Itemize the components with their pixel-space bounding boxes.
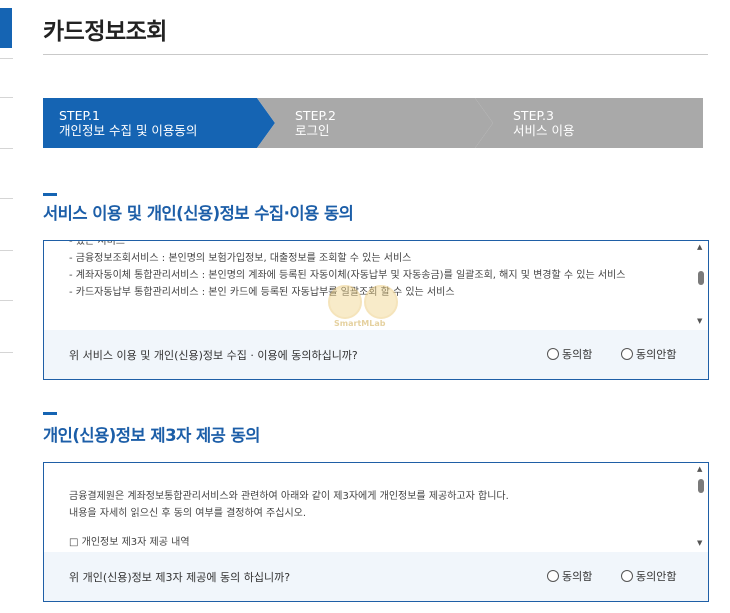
service-consent-question-row: 위 서비스 이용 및 개인(신용)정보 수집 · 이용에 동의하십니까? 동의함… [44, 330, 708, 379]
scrollbar[interactable]: ▲ ▼ [694, 463, 708, 551]
watermark-circle-icon [328, 285, 362, 319]
watermark-text: SmartMLab [334, 319, 386, 328]
left-nav-rail [0, 0, 13, 613]
third-party-agree-radio[interactable]: 동의함 [547, 568, 592, 584]
step-2: STEP.2 로그인 [257, 98, 493, 148]
step-2-number: STEP.2 [295, 108, 336, 123]
left-nav-divider [0, 250, 13, 251]
scrollbar-thumb[interactable] [698, 271, 704, 285]
section-marker [43, 193, 57, 196]
third-party-paragraph-1: 금융결제원은 계좌정보통합관리서비스와 관련하여 아래와 같이 제3자에게 개인… [69, 491, 509, 502]
radio-circle-icon[interactable] [547, 348, 559, 360]
left-nav-divider [0, 97, 13, 98]
scroll-up-icon[interactable]: ▲ [697, 243, 702, 251]
third-party-disagree-label[interactable]: 동의안함 [636, 568, 676, 584]
third-party-paragraph-2: 내용을 자세히 읽으신 후 동의 여부를 결정하여 주십시오. [69, 508, 307, 519]
scroll-up-icon[interactable]: ▲ [697, 465, 702, 473]
section-title-service-consent: 서비스 이용 및 개인(신용)정보 수집·이용 동의 [43, 204, 354, 223]
left-nav-divider [0, 300, 13, 301]
terms-list-item: - 있는 서비스 [69, 241, 125, 247]
left-nav-active-indicator [0, 8, 12, 48]
service-agree-label[interactable]: 동의함 [562, 346, 592, 362]
watermark-logo: SmartMLab [320, 283, 406, 333]
third-party-terms-scroll-area[interactable]: 금융결제원은 계좌정보통합관리서비스와 관련하여 아래와 같이 제3자에게 개인… [44, 463, 694, 551]
third-party-consent-question-row: 위 개인(신용)정보 제3자 제공에 동의 하십니까? 동의함 동의안함 [44, 552, 708, 601]
step-3: STEP.3 서비스 이용 [475, 98, 703, 148]
section-title-third-party-consent: 개인(신용)정보 제3자 제공 동의 [43, 426, 260, 445]
third-party-consent-box: 금융결제원은 계좌정보통합관리서비스와 관련하여 아래와 같이 제3자에게 개인… [43, 462, 709, 602]
service-agree-radio[interactable]: 동의함 [547, 346, 592, 362]
service-disagree-radio[interactable]: 동의안함 [621, 346, 676, 362]
radio-circle-icon[interactable] [621, 570, 633, 582]
scroll-down-icon[interactable]: ▼ [697, 539, 702, 547]
step-2-label: 로그인 [295, 123, 330, 138]
step-2-arrow-shape [257, 98, 493, 148]
radio-circle-icon[interactable] [547, 570, 559, 582]
left-nav-divider [0, 148, 13, 149]
left-nav-divider [0, 58, 13, 59]
left-nav-divider [0, 352, 13, 353]
third-party-agree-label[interactable]: 동의함 [562, 568, 592, 584]
title-divider [43, 54, 708, 55]
terms-list-item: - 계좌자동이체 통합관리서비스 : 본인명의 계좌에 등록된 자동이체(자동납… [69, 270, 626, 281]
third-party-provision-heading: □ 개인정보 제3자 제공 내역 [69, 537, 190, 548]
step-indicator: STEP.1 개인정보 수집 및 이용동의 STEP.2 로그인 STEP.3 … [43, 98, 703, 148]
step-1-number: STEP.1 [59, 108, 100, 123]
step-3-label: 서비스 이용 [513, 123, 575, 138]
scroll-down-icon[interactable]: ▼ [697, 317, 702, 325]
step-3-number: STEP.3 [513, 108, 554, 123]
third-party-consent-question: 위 개인(신용)정보 제3자 제공에 동의 하십니까? [69, 571, 291, 584]
radio-circle-icon[interactable] [621, 348, 633, 360]
step-1-label: 개인정보 수집 및 이용동의 [59, 123, 198, 138]
left-nav-divider [0, 198, 13, 199]
third-party-disagree-radio[interactable]: 동의안함 [621, 568, 676, 584]
scrollbar-thumb[interactable] [698, 479, 704, 493]
terms-list-item: - 금융정보조회서비스 : 본인명의 보험가입정보, 대출정보를 조회할 수 있… [69, 253, 412, 264]
scrollbar[interactable]: ▲ ▼ [694, 241, 708, 329]
watermark-circle-icon [364, 285, 398, 319]
step-1: STEP.1 개인정보 수집 및 이용동의 [43, 98, 275, 148]
service-consent-question: 위 서비스 이용 및 개인(신용)정보 수집 · 이용에 동의하십니까? [69, 349, 358, 362]
section-marker [43, 412, 57, 415]
page-title: 카드정보조회 [43, 19, 167, 45]
service-disagree-label[interactable]: 동의안함 [636, 346, 676, 362]
step-3-arrow-shape [475, 98, 703, 148]
